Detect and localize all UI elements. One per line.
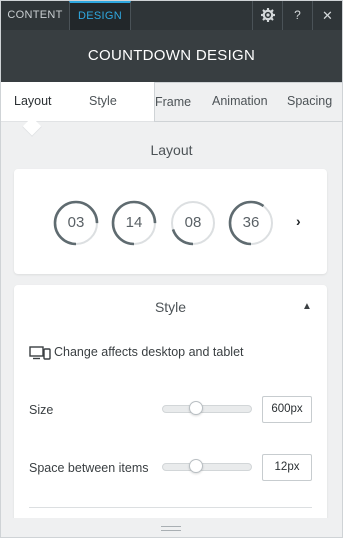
layout-preview-card[interactable]: 03 14 08 36 › — [14, 169, 327, 274]
circle-value: 08 — [184, 214, 202, 231]
space-between-items-slider[interactable] — [162, 459, 252, 473]
style-card: Style ▲ Change affects desktop and table… — [14, 285, 327, 537]
countdown-circle: 36 — [228, 200, 274, 246]
countdown-circle: 14 — [111, 200, 157, 246]
tab-style[interactable]: Style — [89, 82, 117, 122]
size-label: Size — [29, 403, 54, 417]
tab-spacing[interactable]: Spacing — [287, 82, 332, 122]
size-slider-handle[interactable] — [188, 401, 203, 415]
next-layout-chevron-icon[interactable]: › — [296, 211, 310, 231]
countdown-circle: 03 — [53, 200, 99, 246]
top-tab-bar: CONTENT DESIGN ? ✕ — [1, 1, 342, 30]
tab-design[interactable]: DESIGN — [69, 1, 131, 30]
device-note-text: Change affects desktop and tablet — [54, 345, 244, 359]
style-section-title[interactable]: Style — [14, 299, 327, 315]
grip-icon[interactable] — [161, 526, 181, 531]
close-icon[interactable]: ✕ — [312, 1, 342, 30]
size-input[interactable]: 600px — [262, 396, 312, 423]
gear-icon[interactable] — [252, 1, 282, 30]
layout-heading: Layout — [150, 142, 193, 158]
desktop-tablet-icon — [29, 346, 51, 360]
tab-content[interactable]: CONTENT — [1, 1, 69, 30]
design-sub-tabs: Layout Style Frame Animation Spacing — [1, 82, 342, 122]
panel-title: COUNTDOWN DESIGN — [1, 30, 342, 82]
help-icon[interactable]: ? — [282, 1, 312, 30]
countdown-design-panel: CONTENT DESIGN ? ✕ COUNTDOWN DESIGN Layo… — [0, 0, 343, 538]
circle-value: 36 — [242, 214, 260, 231]
size-slider[interactable] — [162, 401, 252, 415]
tab-animation[interactable]: Animation — [212, 82, 268, 122]
tab-layout[interactable]: Layout — [14, 82, 52, 122]
resize-handle[interactable] — [1, 518, 342, 537]
countdown-circle: 08 — [170, 200, 216, 246]
collapse-chevron-up-icon[interactable]: ▲ — [302, 301, 312, 312]
circle-value: 14 — [125, 214, 143, 231]
space-between-items-input[interactable]: 12px — [262, 454, 312, 481]
circle-value: 03 — [67, 214, 85, 231]
space-slider-handle[interactable] — [188, 459, 203, 473]
divider — [29, 507, 312, 508]
space-between-items-label: Space between items — [29, 461, 149, 475]
